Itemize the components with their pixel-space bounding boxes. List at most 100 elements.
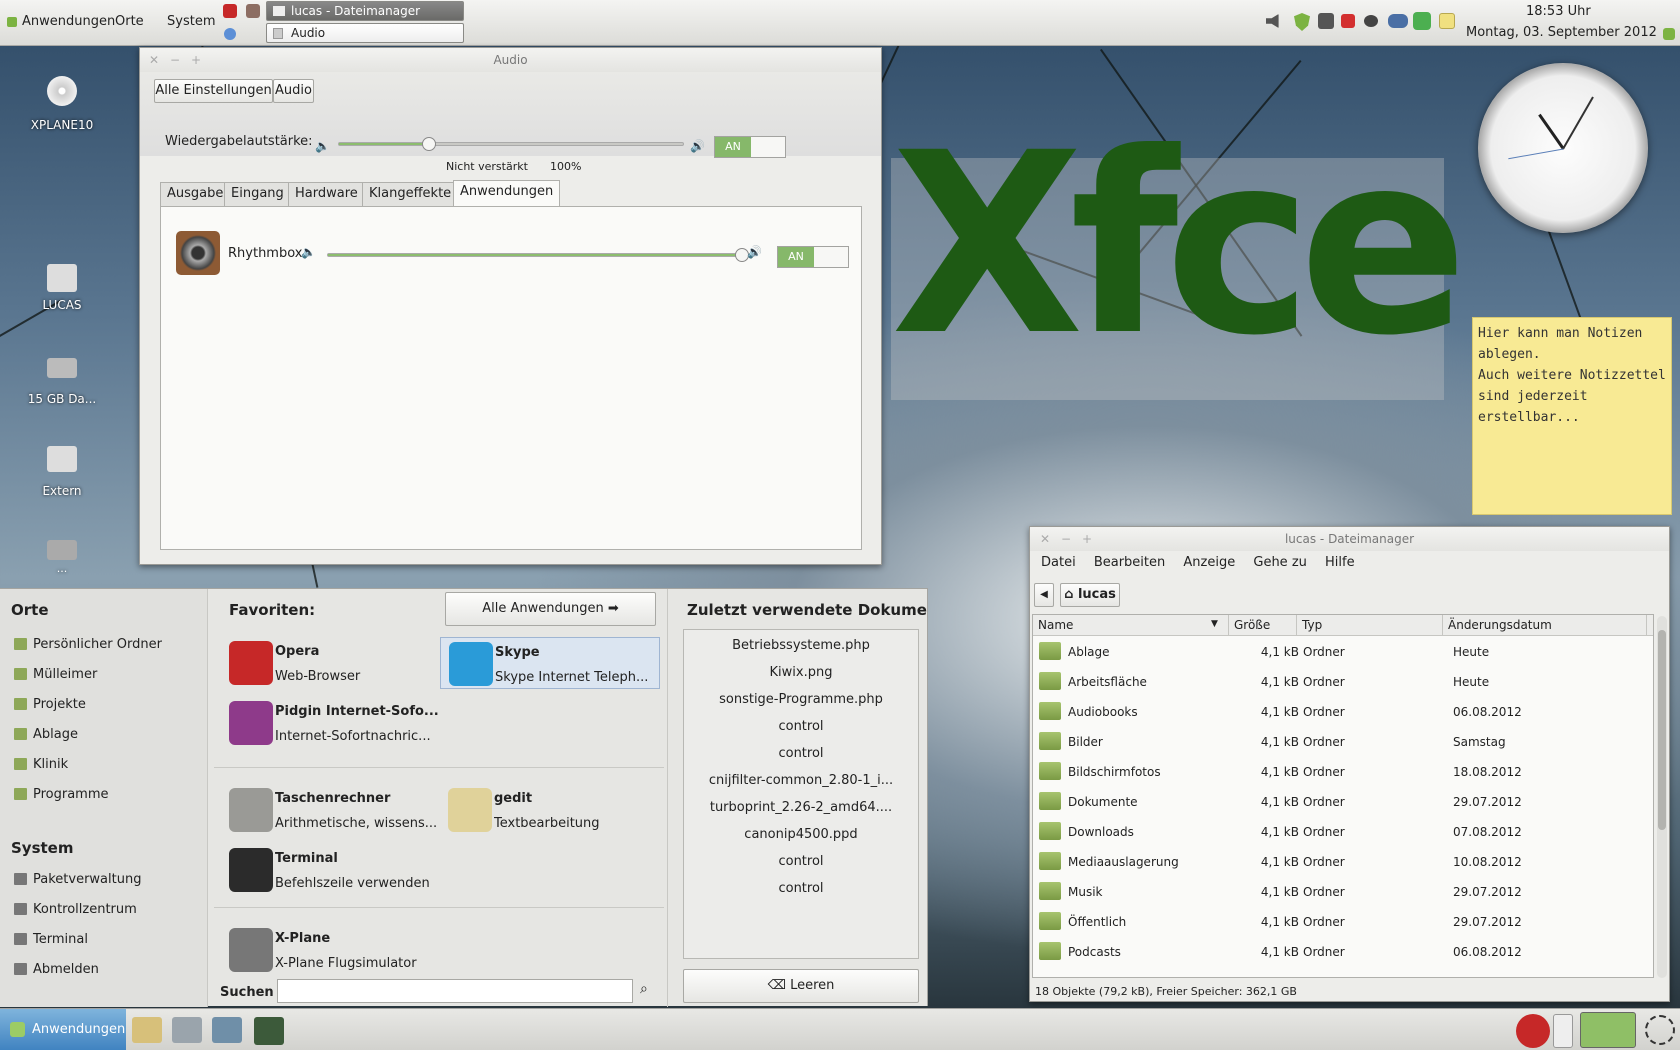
all-applications-button[interactable]: Alle Anwendungen ➡ xyxy=(445,592,656,626)
tab-hardware[interactable]: Hardware xyxy=(288,182,365,206)
menu-datei[interactable]: Datei xyxy=(1041,555,1076,570)
recent-document[interactable]: control xyxy=(683,746,919,761)
places-item[interactable]: Projekte xyxy=(14,697,86,712)
tab-klangeffekte[interactable]: Klangeffekte xyxy=(362,182,459,206)
clock-time[interactable]: 18:53 Uhr xyxy=(1526,4,1591,19)
updates-check-icon[interactable] xyxy=(1413,12,1431,30)
back-button[interactable]: ◀ xyxy=(1034,583,1054,607)
favorite-xplane[interactable]: X-Plane X-Plane Flugsimulator xyxy=(221,924,441,976)
system-item[interactable]: Kontrollzentrum xyxy=(14,902,137,917)
places-menu[interactable]: Orte xyxy=(115,14,144,29)
file-row[interactable]: Mediaauslagerung 4,1 kB Ordner 10.08.2012 xyxy=(1033,846,1649,876)
volume-icon[interactable] xyxy=(1266,14,1279,28)
favorite-terminal[interactable]: Terminal Befehlszeile verwenden xyxy=(221,844,441,896)
chat-icon[interactable] xyxy=(1364,15,1378,27)
volume-slider[interactable] xyxy=(338,137,684,151)
favorite-calculator[interactable]: Taschenrechner Arithmetische, wissens... xyxy=(221,784,441,836)
security-shield-icon[interactable] xyxy=(1294,13,1310,31)
task-audio[interactable]: Audio xyxy=(266,23,464,43)
clock-date[interactable]: Montag, 03. September 2012 xyxy=(1466,25,1657,40)
close-icon[interactable]: ✕ xyxy=(149,48,159,72)
system-item[interactable]: Abmelden xyxy=(14,962,99,977)
pingus-launcher-icon[interactable] xyxy=(132,1017,162,1043)
desktop-icon-lucas[interactable]: LUCAS xyxy=(20,264,104,312)
system-menu[interactable]: System xyxy=(167,14,215,29)
places-item[interactable]: Ablage xyxy=(14,727,78,742)
recent-document[interactable]: Betriebssysteme.php xyxy=(683,638,919,653)
recent-document[interactable]: control xyxy=(683,719,919,734)
recent-document[interactable]: Kiwix.png xyxy=(683,665,919,680)
location-button[interactable]: ⌂ lucas xyxy=(1060,583,1120,607)
task-filemanager[interactable]: lucas - Dateimanager xyxy=(266,1,464,21)
system-item[interactable]: Terminal xyxy=(14,932,88,947)
places-item[interactable]: Klinik xyxy=(14,757,68,772)
menu-anzeige[interactable]: Anzeige xyxy=(1183,555,1235,570)
minimize-icon[interactable]: − xyxy=(1061,527,1071,551)
tab-ausgabe[interactable]: Ausgabe xyxy=(160,182,231,206)
sticky-note[interactable]: Hier kann man Notizen ablegen. Auch weit… xyxy=(1472,317,1672,515)
pidgin-launcher-icon[interactable] xyxy=(224,28,236,40)
file-row[interactable]: Arbeitsfläche 4,1 kB Ordner Heute xyxy=(1033,666,1649,696)
file-row[interactable]: Öffentlich 4,1 kB Ordner 29.07.2012 xyxy=(1033,906,1649,936)
file-row[interactable]: Musik 4,1 kB Ordner 29.07.2012 xyxy=(1033,876,1649,906)
file-row[interactable]: Podcasts 4,1 kB Ordner 06.08.2012 xyxy=(1033,936,1649,966)
scrollbar[interactable] xyxy=(1657,616,1667,978)
text-editor-task-icon[interactable] xyxy=(1553,1014,1573,1048)
filemanager-titlebar[interactable]: ✕ − + lucas - Dateimanager xyxy=(1030,527,1669,551)
places-item[interactable]: Programme xyxy=(14,787,109,802)
clear-recent-button[interactable]: ⌫ Leeren xyxy=(683,969,919,1003)
file-row[interactable]: Ablage 4,1 kB Ordner Heute xyxy=(1033,636,1649,666)
desktop-icon-harddisk[interactable]: 15 GB Da... xyxy=(20,358,104,406)
col-type[interactable]: Typ xyxy=(1297,615,1443,635)
volume-knob[interactable] xyxy=(421,137,436,151)
terminal-launcher-icon[interactable] xyxy=(254,1017,284,1045)
system-item[interactable]: Paketverwaltung xyxy=(14,872,141,887)
workspace-switcher-icon[interactable] xyxy=(1580,1012,1636,1048)
minimize-icon[interactable]: − xyxy=(170,48,180,72)
maximize-icon[interactable]: + xyxy=(191,48,201,72)
desktop-icon-xplane[interactable]: XPLANE10 xyxy=(20,76,104,132)
screenshot-launcher-icon[interactable] xyxy=(246,4,260,18)
breadcrumb-audio[interactable]: Audio xyxy=(273,79,314,103)
flightgear-launcher-icon[interactable] xyxy=(172,1017,202,1043)
show-desktop-icon[interactable] xyxy=(1663,28,1675,40)
recent-document[interactable]: control xyxy=(683,854,919,869)
col-date[interactable]: Änderungsdatum xyxy=(1443,615,1647,635)
menu-bearbeiten[interactable]: Bearbeiten xyxy=(1094,555,1165,570)
search-input[interactable] xyxy=(277,979,633,1003)
gamepad-icon[interactable] xyxy=(1388,14,1408,28)
breadcrumb-all-settings[interactable]: Alle Einstellungen xyxy=(154,79,273,103)
recent-document[interactable]: control xyxy=(683,881,919,896)
file-row[interactable]: Dokumente 4,1 kB Ordner 29.07.2012 xyxy=(1033,786,1649,816)
search-icon[interactable]: ⌕ xyxy=(640,981,648,997)
opera-task-icon[interactable] xyxy=(1516,1014,1550,1048)
tools-icon[interactable] xyxy=(1318,13,1334,29)
favorite-skype[interactable]: Skype Skype Internet Teleph... xyxy=(440,637,660,689)
scrollbar-thumb[interactable] xyxy=(1658,630,1666,830)
menu-button[interactable]: Anwendungen xyxy=(0,1009,126,1050)
desktop-icon-disk[interactable]: ... xyxy=(20,540,104,575)
opera-launcher-icon[interactable] xyxy=(223,4,237,18)
favorite-gedit[interactable]: gedit Textbearbeitung xyxy=(440,784,660,836)
notification-icon[interactable] xyxy=(1341,14,1355,28)
col-size[interactable]: Größe xyxy=(1229,615,1297,635)
recent-document[interactable]: sonstige-Programme.php xyxy=(683,692,919,707)
menu-hilfe[interactable]: Hilfe xyxy=(1325,555,1355,570)
desktop-icon-extern[interactable]: Extern xyxy=(20,446,104,498)
favorite-pidgin[interactable]: Pidgin Internet-Sofo... Internet-Sofortna… xyxy=(221,697,441,749)
clock-applet-icon[interactable] xyxy=(1645,1015,1675,1045)
recent-document[interactable]: turboprint_2.26-2_amd64.... xyxy=(683,800,919,815)
places-item[interactable]: Persönlicher Ordner xyxy=(14,637,162,652)
file-row[interactable]: Downloads 4,1 kB Ordner 07.08.2012 xyxy=(1033,816,1649,846)
app-volume-slider[interactable] xyxy=(327,248,749,262)
file-row[interactable]: Bildschirmfotos 4,1 kB Ordner 18.08.2012 xyxy=(1033,756,1649,786)
output-toggle[interactable]: AN xyxy=(714,136,786,158)
app-toggle[interactable]: AN xyxy=(777,246,849,268)
favorite-opera[interactable]: Opera Web-Browser xyxy=(221,637,441,689)
recent-document[interactable]: canonip4500.ppd xyxy=(683,827,919,842)
col-name[interactable]: Name xyxy=(1033,615,1229,635)
notes-icon[interactable] xyxy=(1439,13,1455,29)
recent-document[interactable]: cnijfilter-common_2.80-1_i... xyxy=(683,773,919,788)
applications-menu[interactable]: Anwendungen xyxy=(22,14,115,29)
places-item[interactable]: Mülleimer xyxy=(14,667,97,682)
